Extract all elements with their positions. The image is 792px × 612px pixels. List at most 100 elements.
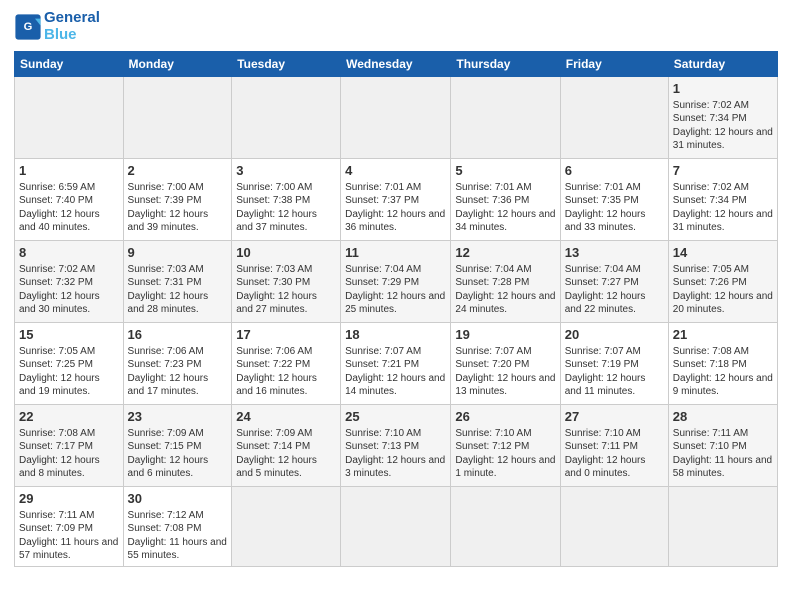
header-row: SundayMondayTuesdayWednesdayThursdayFrid… <box>15 52 778 77</box>
calendar-cell: 26Sunrise: 7:10 AMSunset: 7:12 PMDayligh… <box>451 405 560 487</box>
calendar-cell <box>668 487 777 567</box>
calendar-cell: 7Sunrise: 7:02 AMSunset: 7:34 PMDaylight… <box>668 159 777 241</box>
sunrise-text: Sunrise: 7:00 AM <box>128 181 228 195</box>
daylight-text: Daylight: 12 hours and 25 minutes. <box>345 290 446 317</box>
sunset-text: Sunset: 7:36 PM <box>455 194 555 208</box>
sunset-text: Sunset: 7:26 PM <box>673 276 773 290</box>
calendar-week-row: 15Sunrise: 7:05 AMSunset: 7:25 PM Dayligh… <box>15 323 778 405</box>
sunrise-text: Sunrise: 7:03 AM <box>236 263 336 277</box>
daylight-text: Daylight: 12 hours and 16 minutes. <box>236 372 336 399</box>
sunrise-text: Sunrise: 7:02 AM <box>673 99 773 113</box>
sunrise-text: Sunrise: 7:07 AM <box>565 345 664 359</box>
sunset-text: Sunset: 7:40 PM <box>19 194 119 208</box>
calendar-cell: 23Sunrise: 7:09 AMSunset: 7:15 PMDayligh… <box>123 405 232 487</box>
calendar-cell <box>232 77 341 159</box>
day-number: 3 <box>236 162 336 180</box>
day-number: 20 <box>565 326 664 344</box>
calendar-cell: 2Sunrise: 7:00 AMSunset: 7:39 PMDaylight… <box>123 159 232 241</box>
calendar-cell: 9Sunrise: 7:03 AMSunset: 7:31 PMDaylight… <box>123 241 232 323</box>
daylight-text: Daylight: 12 hours and 11 minutes. <box>565 372 664 399</box>
day-number: 18 <box>345 326 446 344</box>
daylight-text: Daylight: 12 hours and 22 minutes. <box>565 290 664 317</box>
daylight-text: Daylight: 12 hours and 5 minutes. <box>236 454 336 481</box>
calendar-cell: 28Sunrise: 7:11 AMSunset: 7:10 PMDayligh… <box>668 405 777 487</box>
sunset-text: Sunset: 7:17 PM <box>19 440 119 454</box>
header: G General Blue <box>14 10 778 43</box>
calendar-cell: 30Sunrise: 7:12 AMSunset: 7:08 PMDayligh… <box>123 487 232 567</box>
day-number: 6 <box>565 162 664 180</box>
calendar-cell: 4Sunrise: 7:01 AMSunset: 7:37 PMDaylight… <box>341 159 451 241</box>
day-number: 22 <box>19 408 119 426</box>
sunrise-text: Sunrise: 6:59 AM <box>19 181 119 195</box>
sunrise-text: Sunrise: 7:05 AM <box>19 345 119 359</box>
day-number: 7 <box>673 162 773 180</box>
daylight-text: Daylight: 12 hours and 33 minutes. <box>565 208 664 235</box>
weekday-header: Sunday <box>15 52 124 77</box>
weekday-header: Friday <box>560 52 668 77</box>
calendar-cell: 15Sunrise: 7:05 AMSunset: 7:25 PMDayligh… <box>15 323 124 405</box>
sunrise-text: Sunrise: 7:09 AM <box>128 427 228 441</box>
day-number: 15 <box>19 326 119 344</box>
calendar-cell: 14Sunrise: 7:05 AMSunset: 7:26 PMDayligh… <box>668 241 777 323</box>
calendar-cell <box>123 77 232 159</box>
sunset-text: Sunset: 7:25 PM <box>19 358 119 372</box>
sunset-text: Sunset: 7:21 PM <box>345 358 446 372</box>
logo: G General Blue <box>14 10 100 43</box>
daylight-text: Daylight: 12 hours and 8 minutes. <box>19 454 119 481</box>
calendar-cell <box>451 487 560 567</box>
daylight-text: Daylight: 12 hours and 31 minutes. <box>673 126 773 153</box>
daylight-text: Daylight: 12 hours and 24 minutes. <box>455 290 555 317</box>
sunrise-text: Sunrise: 7:01 AM <box>345 181 446 195</box>
daylight-text: Daylight: 11 hours and 55 minutes. <box>128 536 228 563</box>
sunrise-text: Sunrise: 7:00 AM <box>236 181 336 195</box>
day-number: 12 <box>455 244 555 262</box>
sunset-text: Sunset: 7:28 PM <box>455 276 555 290</box>
daylight-text: Daylight: 12 hours and 20 minutes. <box>673 290 773 317</box>
day-number: 16 <box>128 326 228 344</box>
sunrise-text: Sunrise: 7:08 AM <box>19 427 119 441</box>
daylight-text: Daylight: 12 hours and 36 minutes. <box>345 208 446 235</box>
calendar-week-row: 1Sunrise: 7:02 AMSunset: 7:34 PMDaylight… <box>15 77 778 159</box>
sunrise-text: Sunrise: 7:06 AM <box>128 345 228 359</box>
day-number: 8 <box>19 244 119 262</box>
sunset-text: Sunset: 7:09 PM <box>19 522 119 536</box>
sunset-text: Sunset: 7:27 PM <box>565 276 664 290</box>
sunset-text: Sunset: 7:32 PM <box>19 276 119 290</box>
calendar-cell <box>232 487 341 567</box>
sunrise-text: Sunrise: 7:02 AM <box>19 263 119 277</box>
sunset-text: Sunset: 7:14 PM <box>236 440 336 454</box>
sunrise-text: Sunrise: 7:04 AM <box>345 263 446 277</box>
day-number: 26 <box>455 408 555 426</box>
sunset-text: Sunset: 7:30 PM <box>236 276 336 290</box>
sunset-text: Sunset: 7:31 PM <box>128 276 228 290</box>
day-number: 25 <box>345 408 446 426</box>
sunset-text: Sunset: 7:29 PM <box>345 276 446 290</box>
sunrise-text: Sunrise: 7:01 AM <box>455 181 555 195</box>
daylight-text: Daylight: 12 hours and 14 minutes. <box>345 372 446 399</box>
day-number: 9 <box>128 244 228 262</box>
daylight-text: Daylight: 12 hours and 13 minutes. <box>455 372 555 399</box>
calendar-cell: 24Sunrise: 7:09 AMSunset: 7:14 PMDayligh… <box>232 405 341 487</box>
sunset-text: Sunset: 7:37 PM <box>345 194 446 208</box>
calendar-cell: 11Sunrise: 7:04 AMSunset: 7:29 PMDayligh… <box>341 241 451 323</box>
daylight-text: Daylight: 11 hours and 57 minutes. <box>19 536 119 563</box>
calendar-cell <box>15 77 124 159</box>
calendar-cell: 22Sunrise: 7:08 AMSunset: 7:17 PMDayligh… <box>15 405 124 487</box>
calendar-cell: 10Sunrise: 7:03 AMSunset: 7:30 PMDayligh… <box>232 241 341 323</box>
day-number: 10 <box>236 244 336 262</box>
daylight-text: Daylight: 12 hours and 6 minutes. <box>128 454 228 481</box>
sunset-text: Sunset: 7:35 PM <box>565 194 664 208</box>
sunrise-text: Sunrise: 7:01 AM <box>565 181 664 195</box>
calendar-cell: 21Sunrise: 7:08 AMSunset: 7:18 PMDayligh… <box>668 323 777 405</box>
sunrise-text: Sunrise: 7:10 AM <box>345 427 446 441</box>
day-number: 24 <box>236 408 336 426</box>
day-number: 2 <box>128 162 228 180</box>
logo-line2: Blue <box>44 27 100 44</box>
daylight-text: Daylight: 12 hours and 31 minutes. <box>673 208 773 235</box>
calendar-cell: 8Sunrise: 7:02 AMSunset: 7:32 PMDaylight… <box>15 241 124 323</box>
day-number: 1 <box>673 80 773 98</box>
day-number: 13 <box>565 244 664 262</box>
day-number: 28 <box>673 408 773 426</box>
sunrise-text: Sunrise: 7:10 AM <box>455 427 555 441</box>
day-number: 1 <box>19 162 119 180</box>
